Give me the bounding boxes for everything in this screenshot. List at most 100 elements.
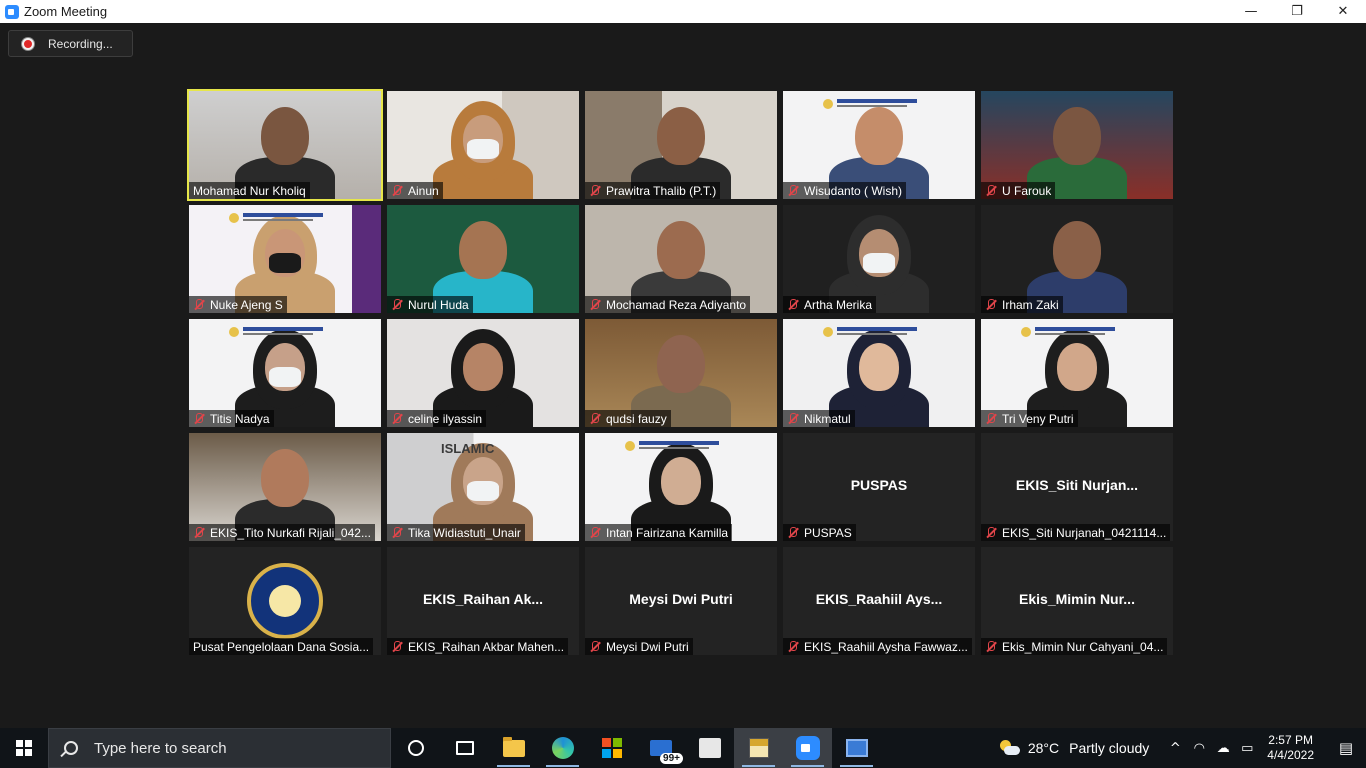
university-banner	[625, 439, 735, 453]
participant-tile[interactable]: EKIS_Raihan Ak... EKIS_Raihan Akbar Mahen…	[387, 547, 579, 655]
zoom-taskbar-button[interactable]	[783, 728, 832, 768]
mail-button[interactable]: 99+	[636, 728, 685, 768]
university-banner	[823, 97, 933, 111]
participant-tile[interactable]: PUSPAS PUSPAS	[783, 433, 975, 541]
store-button[interactable]	[587, 728, 636, 768]
participant-name: Ainun	[408, 183, 439, 198]
participant-tile[interactable]: Mochamad Reza Adiyanto	[585, 205, 777, 313]
recording-indicator[interactable]: Recording...	[8, 30, 133, 57]
participant-name-label: Pusat Pengelolaan Dana Sosia...	[189, 638, 374, 655]
participant-name-label: Ainun	[387, 182, 443, 199]
participant-name-label: U Farouk	[981, 182, 1056, 199]
participant-tile[interactable]: Tri Veny Putri	[981, 319, 1173, 427]
participant-tile[interactable]: Irham Zaki	[981, 205, 1173, 313]
participant-tile[interactable]: Nuke Ajeng S	[189, 205, 381, 313]
participant-name: Wisudanto ( Wish)	[804, 183, 903, 198]
search-icon	[64, 741, 78, 755]
participant-name: Mochamad Reza Adiyanto	[606, 297, 747, 312]
start-button[interactable]	[0, 728, 48, 768]
cortana-icon	[407, 740, 424, 756]
participant-name: Tika Widiastuti_Unair	[408, 525, 521, 540]
muted-mic-icon	[786, 184, 800, 198]
muted-mic-icon	[984, 184, 998, 198]
participant-name-label: EKIS_Raihan Akbar Mahen...	[387, 638, 569, 655]
edge-button[interactable]	[538, 728, 587, 768]
muted-mic-icon	[390, 412, 404, 426]
minimize-button[interactable]: —	[1228, 0, 1274, 23]
participant-name-label: EKIS_Siti Nurjanah_0421114...	[981, 524, 1171, 541]
task-view-button[interactable]	[440, 728, 489, 768]
muted-mic-icon	[588, 526, 602, 540]
participant-tile[interactable]: EKIS_Siti Nurjan... EKIS_Siti Nurjanah_04…	[981, 433, 1173, 541]
app-icon	[698, 738, 721, 758]
muted-mic-icon	[588, 184, 602, 198]
task-view-icon	[455, 741, 474, 755]
participant-tile[interactable]: qudsi fauzy	[585, 319, 777, 427]
battery-icon[interactable]: ▭	[1235, 741, 1259, 756]
file-explorer-button[interactable]	[489, 728, 538, 768]
cortana-button[interactable]	[391, 728, 440, 768]
university-banner	[823, 325, 933, 339]
onedrive-icon[interactable]: ☁	[1211, 741, 1235, 756]
participant-name-label: Intan Fairizana Kamilla	[585, 524, 733, 541]
weather-condition: Partly cloudy	[1069, 740, 1150, 756]
recording-label: Recording...	[48, 36, 113, 51]
participant-tile[interactable]: Ekis_Mimin Nur... Ekis_Mimin Nur Cahyani_…	[981, 547, 1173, 655]
participant-name-label: Irham Zaki	[981, 296, 1063, 313]
window-controls: — ❐ ✕	[1228, 0, 1366, 23]
participant-display-name: EKIS_Raihan Ak...	[422, 591, 544, 607]
chevron-up-icon[interactable]: ^	[1163, 741, 1187, 756]
participant-name: Tri Veny Putri	[1002, 411, 1074, 426]
weather-widget[interactable]: 28°C Partly cloudy	[998, 740, 1149, 756]
participant-tile[interactable]: Ainun	[387, 91, 579, 199]
clock-time: 2:57 PM	[1268, 733, 1313, 747]
participant-name: Pusat Pengelolaan Dana Sosia...	[193, 639, 370, 654]
participant-tile[interactable]: Intan Fairizana Kamilla	[585, 433, 777, 541]
close-button[interactable]: ✕	[1320, 0, 1366, 23]
notes-icon	[748, 738, 769, 758]
participant-name-label: celine ilyassin	[387, 410, 487, 427]
zoom-icon	[795, 736, 820, 760]
participant-name-label: Nuke Ajeng S	[189, 296, 287, 313]
photos-icon	[845, 739, 868, 757]
university-banner	[1021, 325, 1131, 339]
participant-name: Nikmatul	[804, 411, 851, 426]
participant-tile[interactable]: celine ilyassin	[387, 319, 579, 427]
participant-tile[interactable]: Artha Merika	[783, 205, 975, 313]
participant-name-label: Meysi Dwi Putri	[585, 638, 693, 655]
participant-tile[interactable]: Pusat Pengelolaan Dana Sosia...	[189, 547, 381, 655]
notes-button[interactable]	[734, 728, 783, 768]
participant-tile[interactable]: Wisudanto ( Wish)	[783, 91, 975, 199]
participant-tile[interactable]: Titis Nadya	[189, 319, 381, 427]
participant-tile[interactable]: Meysi Dwi Putri Meysi Dwi Putri	[585, 547, 777, 655]
notification-center-button[interactable]: ▤	[1326, 728, 1366, 768]
participant-tile[interactable]: Prawitra Thalib (P.T.)	[585, 91, 777, 199]
participant-name-label: Tika Widiastuti_Unair	[387, 524, 525, 541]
photos-button[interactable]	[832, 728, 881, 768]
vlc-button[interactable]	[685, 728, 734, 768]
participant-display-name: EKIS_Raahiil Ays...	[815, 591, 943, 607]
participant-tile[interactable]: EKIS_Raahiil Ays... EKIS_Raahiil Aysha Fa…	[783, 547, 975, 655]
taskbar-search-box[interactable]: Type here to search	[48, 728, 391, 768]
participant-name: celine ilyassin	[408, 411, 483, 426]
participant-tile[interactable]: U Farouk	[981, 91, 1173, 199]
university-banner	[229, 325, 339, 339]
muted-mic-icon	[390, 184, 404, 198]
participant-tile[interactable]: EKIS_Tito Nurkafi Rijali_042...	[189, 433, 381, 541]
participant-name: Irham Zaki	[1002, 297, 1059, 312]
participant-name-label: Nurul Huda	[387, 296, 473, 313]
wifi-icon[interactable]: ◠	[1187, 741, 1211, 756]
slide-text: ISLAMIC	[441, 441, 495, 456]
mail-badge: 99+	[660, 753, 683, 764]
participant-tile[interactable]: ISLAMIC Tika Widiastuti_Unair	[387, 433, 579, 541]
muted-mic-icon	[192, 298, 206, 312]
restore-button[interactable]: ❐	[1274, 0, 1320, 23]
participant-tile[interactable]: Nikmatul	[783, 319, 975, 427]
participant-tile[interactable]: Mohamad Nur Kholiq	[187, 89, 383, 201]
windows-logo-icon	[16, 740, 32, 756]
clock[interactable]: 2:57 PM 4/4/2022	[1267, 733, 1314, 763]
participant-name: EKIS_Siti Nurjanah_0421114...	[1002, 525, 1167, 540]
participant-name-label: PUSPAS	[783, 524, 856, 541]
participant-tile[interactable]: Nurul Huda	[387, 205, 579, 313]
store-icon	[601, 738, 622, 758]
